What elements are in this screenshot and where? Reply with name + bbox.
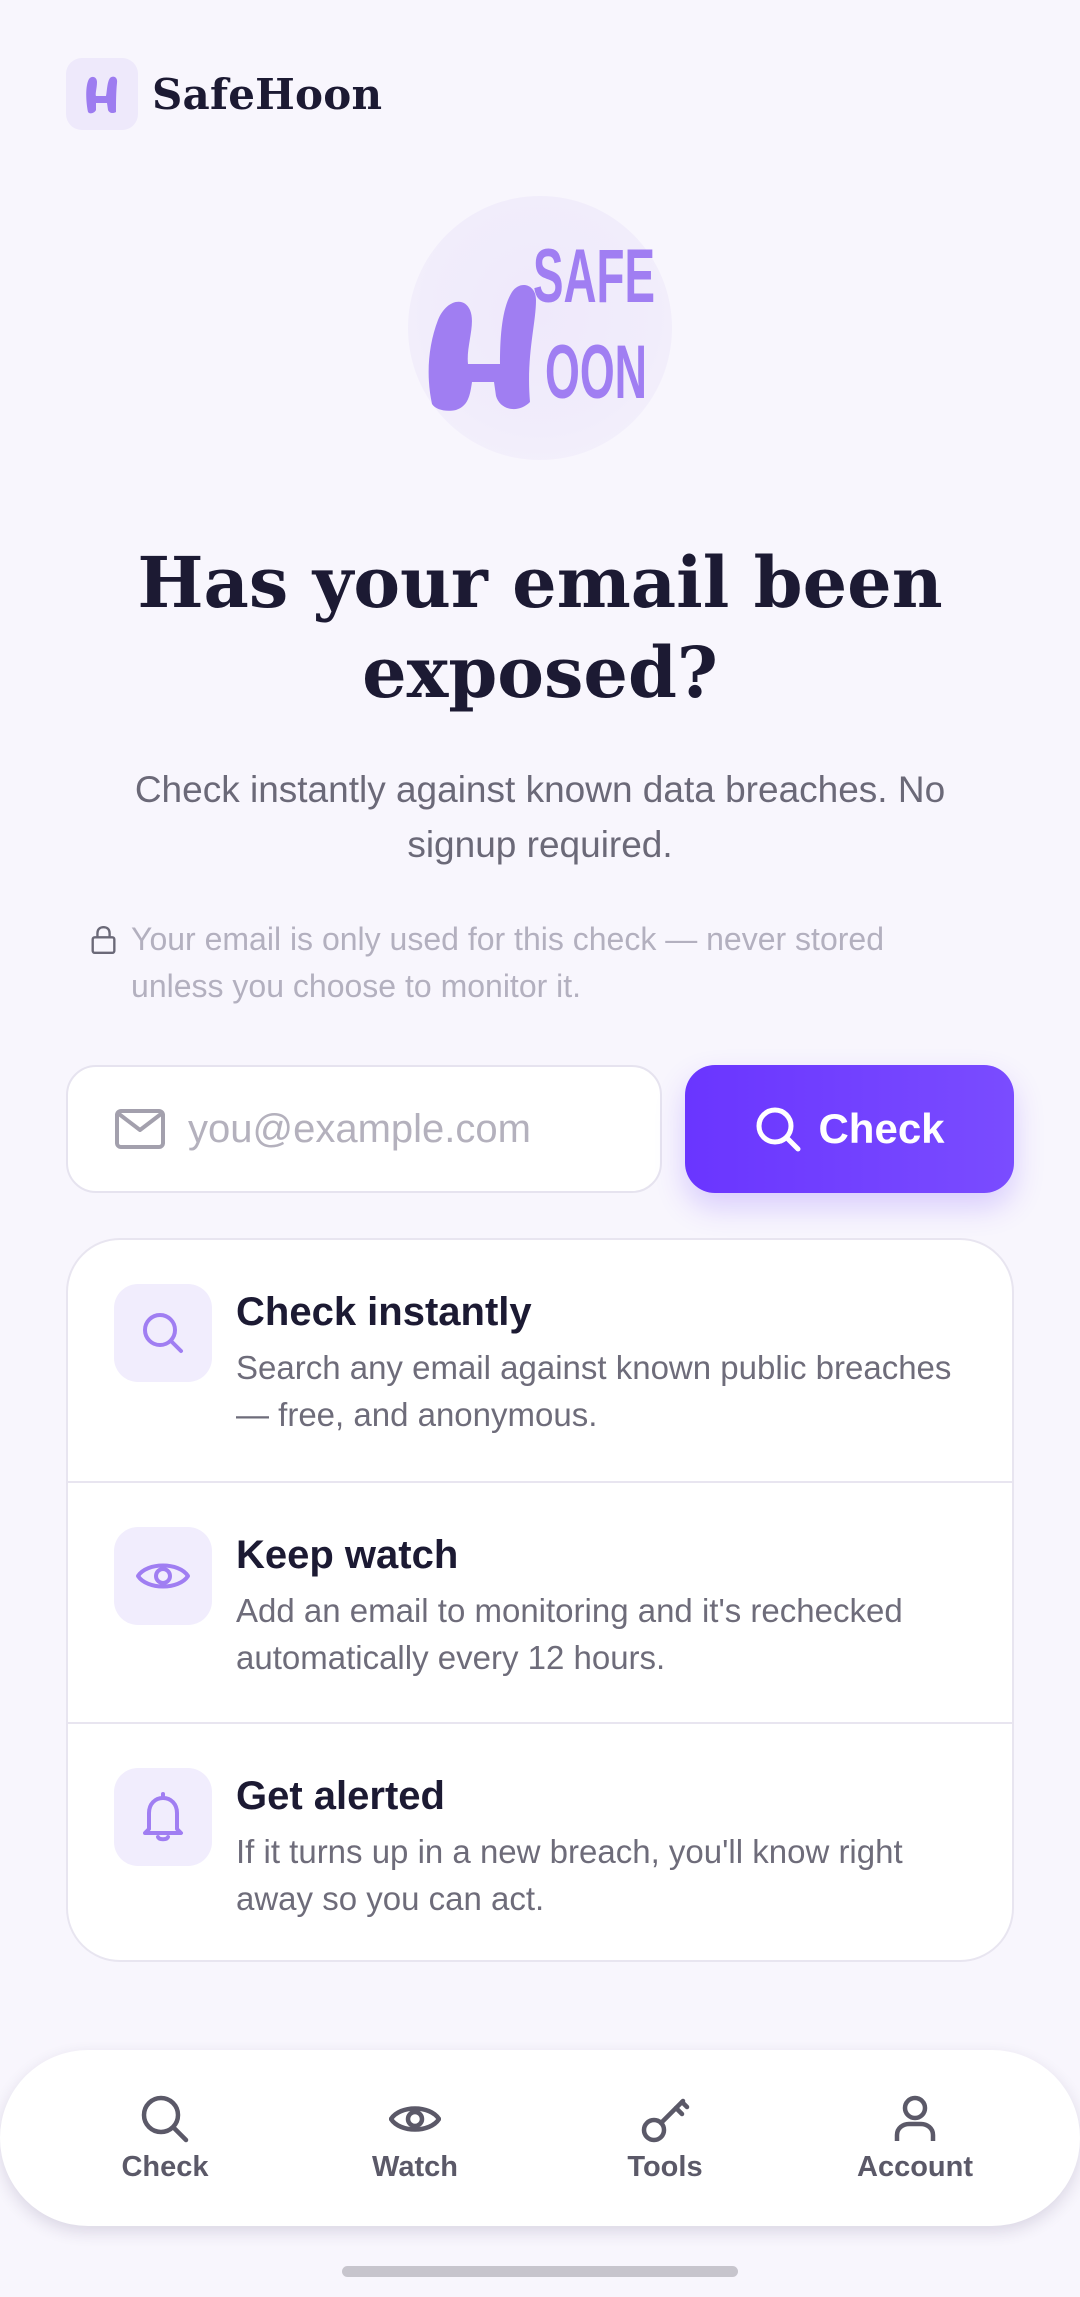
feature-item: Get alerted If it turns up in a new brea… bbox=[68, 1722, 1012, 1960]
hero-logo: SAFE OON bbox=[408, 196, 672, 460]
feature-title: Check instantly bbox=[236, 1290, 532, 1334]
nav-label: Account bbox=[857, 2150, 973, 2183]
privacy-text: Your email is only used for this check —… bbox=[131, 921, 884, 1004]
home-indicator[interactable] bbox=[342, 2266, 738, 2277]
nav-item-watch[interactable]: Watch bbox=[315, 2093, 515, 2184]
feature-item: Check instantly Search any email against… bbox=[68, 1240, 1012, 1480]
email-field[interactable] bbox=[66, 1065, 662, 1193]
nav-label: Check bbox=[121, 2150, 209, 2183]
feature-item: Keep watch Add an email to monitoring an… bbox=[68, 1481, 1012, 1721]
nav-label: Tools bbox=[627, 2150, 703, 2183]
lock-icon bbox=[91, 925, 116, 955]
page-subtitle: Check instantly against known data breac… bbox=[134, 769, 946, 865]
brand-name: SafeHoon bbox=[152, 69, 383, 119]
feature-title: Get alerted bbox=[236, 1774, 445, 1818]
search-icon bbox=[141, 2095, 189, 2142]
app-header: SafeHoon bbox=[66, 58, 382, 130]
search-icon bbox=[756, 1107, 801, 1152]
logo-text-safe: SAFE bbox=[533, 234, 655, 319]
nav-item-check[interactable]: Check bbox=[65, 2093, 265, 2184]
email-input[interactable] bbox=[188, 1106, 628, 1152]
check-button-label: Check bbox=[818, 1105, 945, 1152]
feature-description: If it turns up in a new breach, you'll k… bbox=[236, 1833, 903, 1917]
key-icon bbox=[641, 2098, 690, 2142]
search-icon bbox=[114, 1284, 212, 1382]
mail-icon bbox=[115, 1109, 165, 1149]
bell-icon bbox=[114, 1768, 212, 1866]
brand-logo-icon bbox=[66, 58, 138, 130]
logo-text-oon: OON bbox=[545, 330, 647, 415]
features-card: Check instantly Search any email against… bbox=[66, 1238, 1014, 1962]
privacy-note: Your email is only used for this check —… bbox=[90, 916, 950, 1010]
check-button[interactable]: Check bbox=[685, 1065, 1014, 1193]
bottom-nav: Check Watch Tools Account bbox=[0, 2050, 1080, 2226]
page-title: Has your email been exposed? bbox=[137, 541, 943, 714]
nav-label: Watch bbox=[372, 2150, 458, 2183]
feature-description: Search any email against known public br… bbox=[236, 1349, 952, 1433]
feature-title: Keep watch bbox=[236, 1533, 459, 1577]
feature-description: Add an email to monitoring and it's rech… bbox=[236, 1592, 903, 1676]
nav-item-account[interactable]: Account bbox=[815, 2093, 1015, 2184]
user-icon bbox=[894, 2095, 936, 2141]
eye-icon bbox=[114, 1527, 212, 1625]
eye-icon bbox=[389, 2105, 441, 2132]
nav-item-tools[interactable]: Tools bbox=[565, 2093, 765, 2184]
